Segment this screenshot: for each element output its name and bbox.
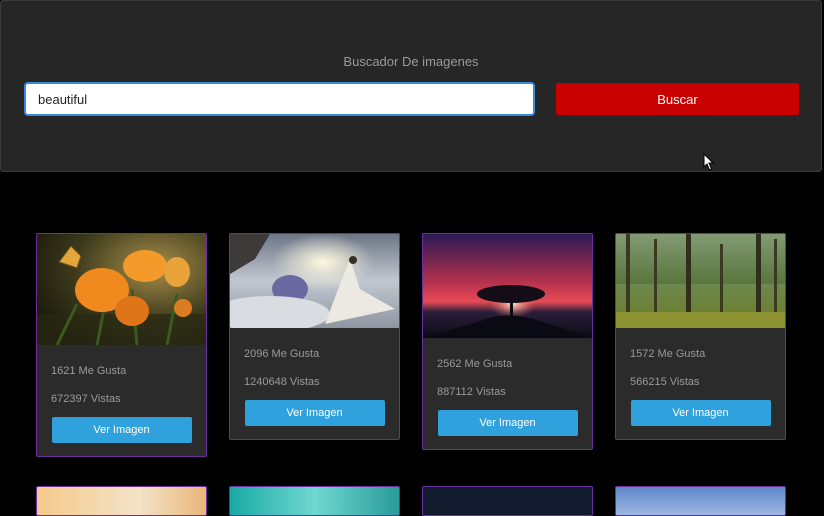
image-thumbnail[interactable] bbox=[616, 234, 785, 328]
likes-count: 1572 Me Gusta bbox=[630, 348, 706, 360]
image-card: 2096 Me Gusta 1240648 Vistas Ver Imagen bbox=[229, 233, 400, 440]
image-thumbnail[interactable] bbox=[230, 234, 399, 328]
view-image-button[interactable]: Ver Imagen bbox=[244, 400, 385, 426]
page-title: Buscador De imagenes bbox=[343, 54, 479, 69]
search-header: Buscador De imagenes Buscar bbox=[0, 0, 822, 172]
image-card-partial[interactable] bbox=[615, 486, 786, 516]
image-card: 1572 Me Gusta 566215 Vistas Ver Imagen bbox=[615, 233, 786, 440]
image-card-partial[interactable] bbox=[422, 486, 593, 516]
mouse-cursor-icon bbox=[703, 153, 715, 171]
view-image-button[interactable]: Ver Imagen bbox=[51, 417, 192, 443]
search-button[interactable]: Buscar bbox=[556, 83, 799, 115]
views-count: 887112 Vistas bbox=[437, 386, 506, 398]
views-count: 566215 Vistas bbox=[630, 376, 700, 388]
view-image-button[interactable]: Ver Imagen bbox=[630, 400, 771, 426]
views-count: 672397 Vistas bbox=[51, 393, 121, 405]
likes-count: 2096 Me Gusta bbox=[244, 348, 320, 360]
search-input[interactable] bbox=[24, 82, 535, 116]
likes-count: 1621 Me Gusta bbox=[51, 365, 127, 377]
image-thumbnail[interactable] bbox=[37, 234, 206, 345]
views-count: 1240648 Vistas bbox=[244, 376, 320, 388]
view-image-button[interactable]: Ver Imagen bbox=[437, 410, 578, 436]
image-thumbnail[interactable] bbox=[423, 234, 592, 338]
image-card-partial[interactable] bbox=[229, 486, 400, 516]
image-card: 1621 Me Gusta 672397 Vistas Ver Imagen bbox=[36, 233, 207, 457]
likes-count: 2562 Me Gusta bbox=[437, 358, 513, 370]
image-card: 2562 Me Gusta 887112 Vistas Ver Imagen bbox=[422, 233, 593, 450]
image-card-partial[interactable] bbox=[36, 486, 207, 516]
